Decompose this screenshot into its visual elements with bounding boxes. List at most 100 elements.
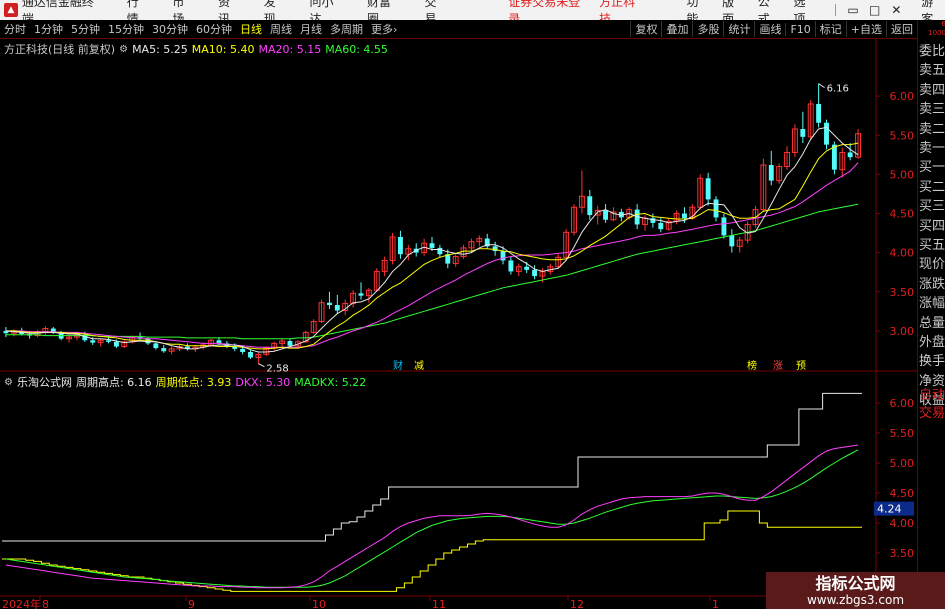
- ma60-line: [5, 203, 859, 340]
- adjust-button[interactable]: 复权: [630, 21, 661, 37]
- madkx-line: [5, 449, 859, 588]
- watermark: 指标公式网 www.zbgs3.com: [766, 572, 945, 609]
- current-value-label: 4.24: [877, 503, 902, 516]
- candle-body-down: [658, 222, 664, 230]
- overlay-button[interactable]: 叠加: [661, 21, 692, 37]
- indicator-axis-label: 4.00: [890, 517, 915, 530]
- candle-body-down: [650, 218, 656, 223]
- candle-body-down: [682, 213, 687, 219]
- candle-body-down: [397, 236, 403, 255]
- candle-body-down: [248, 352, 253, 358]
- candle-body-down: [429, 243, 435, 248]
- candle-body-down: [721, 217, 727, 236]
- trading-terminal-window: ▲ 通达信金融终端 行情 市场 资讯 发现 问小达 财富圈 交易 证券交易未登录…: [0, 0, 945, 609]
- time-axis-label: 1: [712, 598, 719, 609]
- candle-body-down: [106, 340, 111, 342]
- low-price-label: 2.58: [266, 364, 288, 375]
- period-1min[interactable]: 1分钟: [34, 21, 63, 37]
- quote-field-10: 买五: [919, 238, 945, 253]
- f10-button[interactable]: F10: [785, 22, 814, 36]
- price-axis-label: 4.50: [890, 208, 915, 221]
- stock-code-badge[interactable]: 6 1000: [918, 20, 945, 39]
- ma20-line: [5, 162, 859, 348]
- indicator-axis-label: 5.00: [890, 457, 915, 470]
- quote-field-0: 委比: [919, 44, 945, 59]
- event-marker-4: 预: [796, 360, 806, 372]
- quote-field-9: 买四: [919, 218, 945, 234]
- price-axis-label: 3.50: [890, 286, 915, 299]
- quote-field-14: 总量: [919, 315, 945, 331]
- period-60min[interactable]: 60分钟: [196, 21, 232, 37]
- candle-body-down: [508, 260, 514, 272]
- low-marker-arrow: [258, 363, 265, 368]
- app-logo-icon: ▲: [4, 3, 18, 17]
- period-weekly[interactable]: 周线: [270, 21, 292, 37]
- indicator-axis-label: 3.50: [890, 547, 915, 560]
- time-axis-label: 8: [42, 598, 49, 609]
- candle-body-down: [603, 210, 609, 220]
- time-axis-label: 10: [312, 598, 326, 609]
- period-low-line: [2, 510, 862, 592]
- more-periods-button[interactable]: 更多›: [371, 21, 397, 37]
- kline-chart[interactable]: 6.00 5.50 5.00 4.50 4.00 3.50 3.00 6.00 5.50 5.00…: [0, 39, 917, 609]
- period-intraday[interactable]: 分时: [4, 21, 26, 37]
- candle-body-down: [713, 199, 719, 218]
- indicator-axis-label: 4.50: [890, 487, 915, 500]
- event-marker-0: 财: [393, 359, 403, 372]
- close-icon[interactable]: ✕: [886, 3, 908, 17]
- quote-field-8: 买三: [919, 199, 945, 215]
- trade-field-0[interactable]: 自动: [919, 384, 945, 403]
- quote-field-6: 买一: [919, 160, 945, 176]
- restore-icon[interactable]: □: [864, 3, 886, 17]
- event-marker-3: 涨: [773, 360, 783, 372]
- period-5min[interactable]: 5分钟: [71, 21, 100, 37]
- quote-field-4: 卖二: [919, 121, 945, 137]
- candle-body-down: [705, 178, 711, 200]
- event-marker-1: 减: [414, 360, 424, 372]
- trade-field-1[interactable]: 交易: [919, 402, 945, 421]
- candle-body-down: [113, 341, 119, 347]
- period-multi[interactable]: 多周期: [330, 21, 363, 37]
- menu-bar: ▲ 通达信金融终端 行情 市场 资讯 发现 问小达 财富圈 交易 证券交易未登录…: [0, 0, 945, 26]
- time-axis-label: 11: [432, 598, 446, 609]
- multi-stock-button[interactable]: 多股: [692, 21, 723, 37]
- quote-field-7: 买二: [919, 179, 945, 195]
- candle-body-down: [161, 348, 167, 352]
- quote-side-panel: 6 1000 委比 卖五 卖四 卖三 卖二 卖一 买一 买二 买三 买四 买五 现价 涨跌 涨幅 总量 外盘换…: [917, 20, 945, 609]
- high-marker-arrow: [818, 83, 825, 89]
- menu-separator: [835, 4, 837, 16]
- period-toolbar: 分时 1分钟 5分钟 15分钟 30分钟 60分钟 日线 周线 月线 多周期 更…: [0, 20, 917, 39]
- period-high-line: [2, 392, 862, 542]
- back-button[interactable]: 返回: [886, 21, 917, 37]
- period-daily[interactable]: 日线: [240, 21, 262, 37]
- high-price-label: 6.16: [827, 84, 849, 95]
- quote-field-5: 卖一: [919, 141, 945, 156]
- indicator-axis-label: 5.50: [890, 427, 915, 440]
- statistics-button[interactable]: 统计: [723, 21, 754, 37]
- quote-field-1: 卖五: [919, 63, 945, 79]
- add-watchlist-button[interactable]: +自选: [845, 21, 886, 37]
- quote-field-12: 涨跌: [919, 276, 945, 292]
- quote-field-11: 现价: [919, 257, 945, 273]
- time-axis-label: 2024年: [2, 597, 41, 609]
- period-30min[interactable]: 30分钟: [152, 21, 188, 37]
- candle-body-down: [816, 103, 822, 123]
- price-axis-label: 5.50: [890, 129, 915, 142]
- minimize-icon[interactable]: ▭: [842, 3, 864, 17]
- candle-body-down: [532, 269, 538, 277]
- period-15min[interactable]: 15分钟: [108, 21, 144, 37]
- watermark-url: www.zbgs3.com: [806, 592, 905, 607]
- candle-body-down: [587, 196, 593, 216]
- draw-line-button[interactable]: 画线: [754, 21, 785, 37]
- mark-button[interactable]: 标记: [814, 21, 846, 37]
- candle-body-down: [824, 122, 829, 145]
- candle-body-down: [240, 348, 246, 353]
- candle-body-down: [800, 128, 806, 137]
- dkx-line: [5, 444, 859, 589]
- chevron-right-icon: ›: [393, 23, 398, 36]
- candle-body-down: [90, 340, 96, 343]
- period-monthly[interactable]: 月线: [300, 21, 322, 37]
- candle-body-down: [847, 152, 853, 158]
- candle-body-down: [524, 266, 530, 270]
- indicator-axis-label: 6.00: [890, 397, 915, 410]
